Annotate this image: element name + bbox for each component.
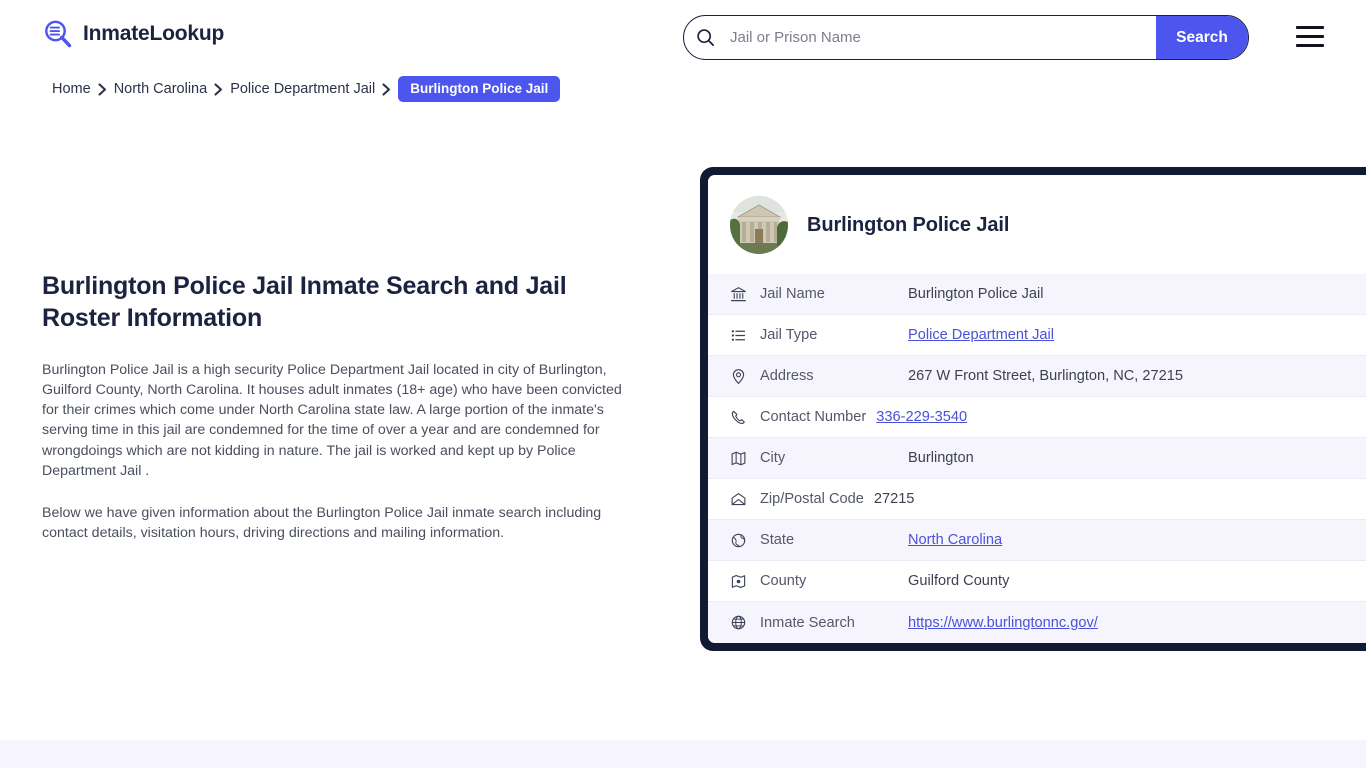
table-row: Contact Number 336-229-3540 (708, 397, 1366, 438)
table-row: Zip/Postal Code 27215 (708, 479, 1366, 520)
row-label: City (760, 450, 786, 466)
search-button[interactable]: Search (1156, 16, 1248, 59)
row-label: Contact Number (760, 409, 867, 425)
description-paragraph-2: Below we have given information about th… (42, 504, 602, 542)
globe-icon (730, 614, 760, 631)
brand-name: InmateLookup (83, 22, 225, 45)
chevron-right-icon (214, 82, 223, 96)
hamburger-line (1296, 26, 1324, 29)
breadcrumb: Home North Carolina Police Department Ja… (52, 76, 561, 102)
breadcrumb-item-state[interactable]: North Carolina (114, 81, 208, 97)
envelope-icon (730, 491, 760, 508)
row-label: Inmate Search (760, 614, 855, 631)
table-row: Jail Type Police Department Jail (708, 315, 1366, 356)
row-label: State (760, 532, 795, 548)
breadcrumb-item-current: Burlington Police Jail (398, 76, 561, 102)
table-row: Inmate Search https://www.burlingtonnc.g… (708, 602, 1366, 643)
row-label: Address (760, 368, 814, 384)
table-row: County Guilford County (708, 561, 1366, 602)
phone-icon (730, 409, 760, 426)
page-title: Burlington Police Jail Inmate Search and… (42, 272, 567, 332)
row-value-link[interactable]: Police Department Jail (908, 327, 1054, 343)
chevron-right-icon (98, 82, 107, 96)
search-icon (684, 28, 726, 47)
card-title: Burlington Police Jail (807, 213, 1010, 236)
site-header: InmateLookup Search (0, 0, 1366, 74)
table-row: State North Carolina (708, 520, 1366, 561)
row-label: Jail Type (760, 327, 818, 343)
brand-logo[interactable]: InmateLookup (42, 18, 224, 50)
row-label: Jail Name (760, 286, 825, 302)
row-label: County (760, 573, 807, 589)
row-value: 27215 (873, 491, 915, 507)
table-row: Address 267 W Front Street, Burlington, … (708, 356, 1366, 397)
row-value: Burlington (908, 450, 974, 466)
description-paragraph-1: Burlington Police Jail is a high securit… (42, 362, 622, 479)
list-icon (730, 327, 760, 344)
footer-band (0, 740, 1366, 768)
row-value-link[interactable]: North Carolina (908, 532, 1002, 548)
hamburger-line (1296, 35, 1324, 38)
map-pin-icon (730, 368, 760, 385)
table-row: City Burlington (708, 438, 1366, 479)
chevron-right-icon (382, 82, 391, 96)
hamburger-line (1296, 44, 1324, 47)
breadcrumb-item-home[interactable]: Home (52, 81, 91, 97)
main-content: Burlington Police Jail Inmate Search and… (42, 270, 642, 565)
row-value: Guilford County (908, 573, 1010, 589)
hamburger-menu-icon[interactable] (1296, 26, 1324, 47)
row-value-link[interactable]: https://www.burlingtonnc.gov/ (908, 615, 1098, 631)
jail-info-card: Burlington Police Jail Jail Name Burling… (700, 167, 1366, 651)
map-icon (730, 450, 760, 467)
magnifier-list-icon (42, 18, 74, 50)
courthouse-building-photo (730, 196, 788, 254)
row-value: 267 W Front Street, Burlington, NC, 2721… (908, 368, 1183, 384)
card-header: Burlington Police Jail (708, 175, 1366, 274)
breadcrumb-item-jail-type[interactable]: Police Department Jail (230, 81, 375, 97)
row-value: Burlington Police Jail (908, 286, 1044, 302)
county-map-icon (730, 573, 760, 590)
search-bar[interactable]: Search (683, 15, 1249, 60)
table-row: Jail Name Burlington Police Jail (708, 274, 1366, 315)
bank-icon (730, 286, 760, 303)
row-value-link[interactable]: 336-229-3540 (876, 409, 967, 425)
row-label: Zip/Postal Code (760, 491, 864, 507)
globe-pin-icon (730, 532, 760, 549)
search-input[interactable] (726, 16, 1156, 59)
